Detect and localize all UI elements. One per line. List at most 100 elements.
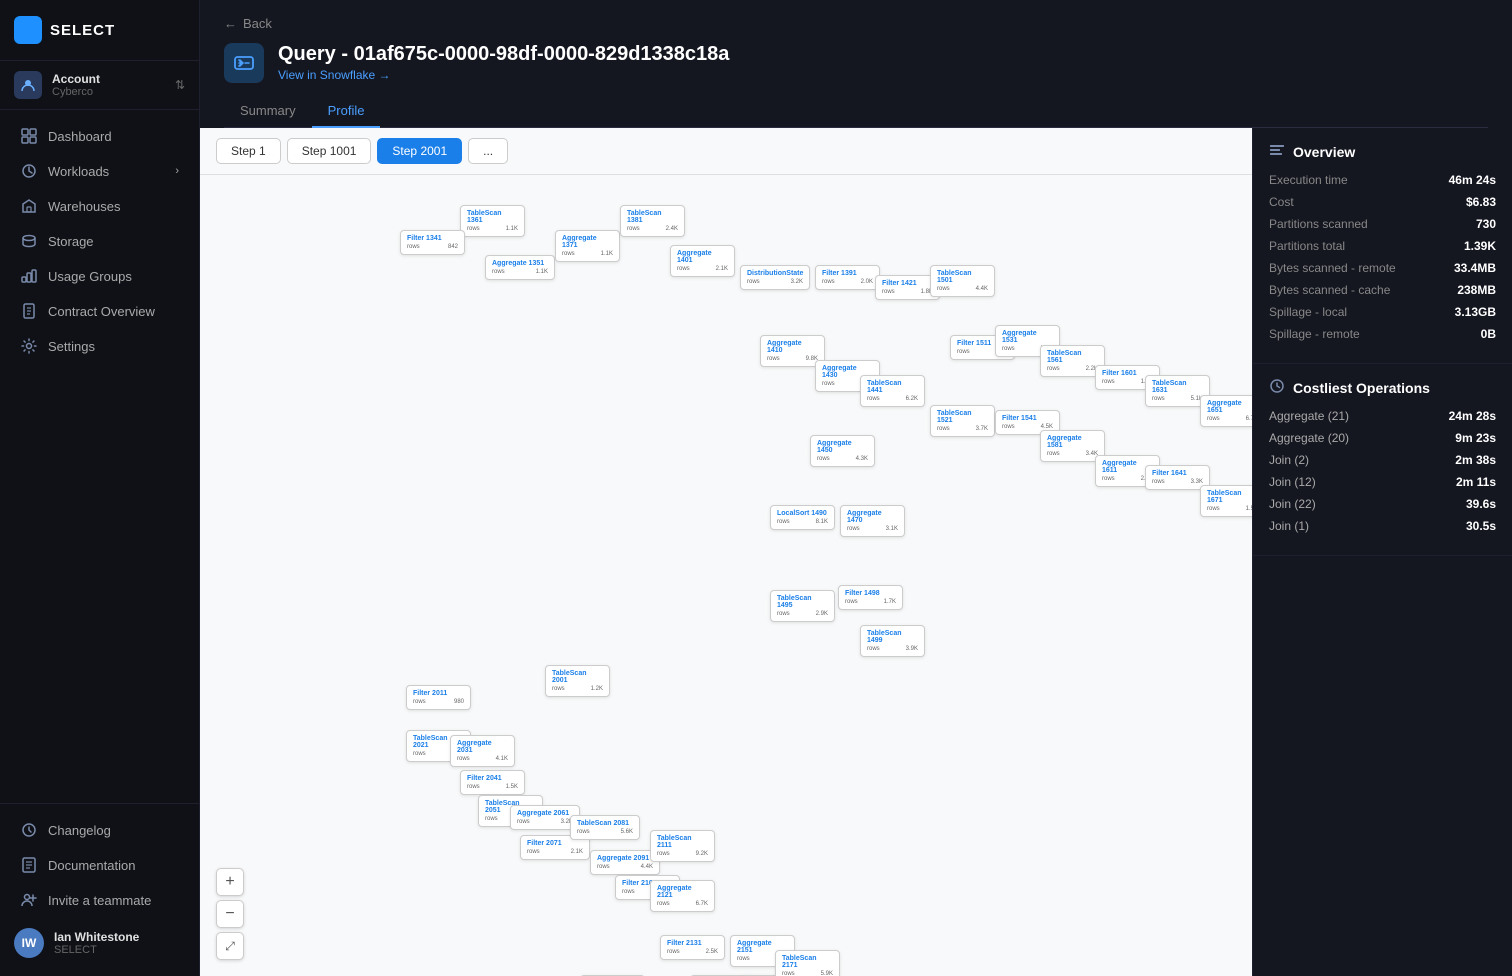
graph-node[interactable]: Aggregate 1351 rows1.1K <box>485 255 555 280</box>
cost-label: Join (2) <box>1269 453 1309 467</box>
account-switcher[interactable]: Account Cyberco ⇅ <box>0 61 199 110</box>
stat-label: Spillage - local <box>1269 305 1347 319</box>
account-sub: Cyberco <box>52 86 165 98</box>
cost-label: Join (12) <box>1269 475 1316 489</box>
step-2001-button[interactable]: Step 2001 <box>377 138 462 164</box>
zoom-in-button[interactable]: + <box>216 868 244 896</box>
graph-node[interactable]: TableScan 1381 rows2.4K <box>620 205 685 237</box>
step-more-button[interactable]: ... <box>468 138 508 164</box>
back-button[interactable]: ← Back <box>224 16 1488 31</box>
graph-node[interactable]: Filter 2041 rows1.5K <box>460 770 525 795</box>
sidebar-item-storage[interactable]: Storage <box>6 224 193 258</box>
sidebar-item-label: Usage Groups <box>48 269 132 284</box>
snowflake-link[interactable]: View in Snowflake → <box>278 68 729 82</box>
sidebar-item-label: Workloads <box>48 164 109 179</box>
graph-node[interactable]: Filter 1498 rows1.7K <box>838 585 903 610</box>
query-title-block: Query - 01af675c-0000-98df-0000-829d1338… <box>278 43 729 82</box>
user-role: SELECT <box>54 944 139 956</box>
stat-value: 238MB <box>1457 283 1496 297</box>
graph-node[interactable]: TableScan 1361 rows1.1K <box>460 205 525 237</box>
step-1001-button[interactable]: Step 1001 <box>287 138 372 164</box>
stat-value: 0B <box>1481 327 1496 341</box>
graph-node[interactable]: Aggregate 1401 rows2.1K <box>670 245 735 277</box>
stat-row: Partitions total 1.39K <box>1269 239 1496 253</box>
stat-value: 46m 24s <box>1449 173 1496 187</box>
costliest-icon <box>1269 378 1285 397</box>
sidebar-item-changelog[interactable]: Changelog <box>6 813 193 847</box>
stat-value: $6.83 <box>1466 195 1496 209</box>
stat-row: Cost $6.83 <box>1269 195 1496 209</box>
graph-node[interactable]: Filter 2011 rows980 <box>406 685 471 710</box>
query-header: Query - 01af675c-0000-98df-0000-829d1338… <box>224 43 1488 83</box>
graph-node[interactable]: Aggregate 1450 rows4.3K <box>810 435 875 467</box>
tab-summary[interactable]: Summary <box>224 95 312 128</box>
graph-node[interactable]: TableScan 2111 rows9.2K <box>650 830 715 862</box>
sidebar-item-label: Contract Overview <box>48 304 155 319</box>
graph-node[interactable]: TableScan 1495 rows2.9K <box>770 590 835 622</box>
graph-node[interactable]: Aggregate 2031 rows4.1K <box>450 735 515 767</box>
cost-row: Join (2) 2m 38s <box>1269 453 1496 467</box>
dashboard-icon <box>20 127 38 145</box>
stat-label: Cost <box>1269 195 1294 209</box>
graph-node[interactable]: Filter 1341 rows842 <box>400 230 465 255</box>
graph-node[interactable]: TableScan 2081 rows5.6K <box>570 815 640 840</box>
query-graph[interactable]: TableScan 1361 rows1.1K Filter 1341 rows… <box>200 175 1252 976</box>
graph-node[interactable]: Aggregate 1470 rows3.1K <box>840 505 905 537</box>
page-title: Query - 01af675c-0000-98df-0000-829d1338… <box>278 43 729 66</box>
sidebar-item-documentation[interactable]: Documentation <box>6 848 193 882</box>
sidebar-item-invite-teammate[interactable]: Invite a teammate <box>6 883 193 917</box>
tab-profile[interactable]: Profile <box>312 95 381 128</box>
sidebar-item-dashboard[interactable]: Dashboard <box>6 119 193 153</box>
cost-label: Aggregate (20) <box>1269 431 1349 445</box>
fit-view-button[interactable]: ⤢ <box>216 932 244 960</box>
graph-node[interactable]: DistributionState rows3.2K <box>740 265 810 290</box>
sidebar-item-workloads[interactable]: Workloads › <box>6 154 193 188</box>
user-profile: IW Ian Whitestone SELECT <box>0 918 199 968</box>
overview-label: Overview <box>1293 144 1355 160</box>
graph-node[interactable]: TableScan 2001 rows1.2K <box>545 665 610 697</box>
tab-bar: Summary Profile <box>224 95 1488 128</box>
graph-node[interactable]: TableScan 1501 rows4.4K <box>930 265 995 297</box>
graph-node[interactable]: TableScan 1671 rows1.5K <box>1200 485 1252 517</box>
usage-groups-icon <box>20 267 38 285</box>
graph-node[interactable]: Aggregate 2121 rows6.7K <box>650 880 715 912</box>
sidebar-item-settings[interactable]: Settings <box>6 329 193 363</box>
stat-row: Bytes scanned - remote 33.4MB <box>1269 261 1496 275</box>
stat-label: Partitions scanned <box>1269 217 1368 231</box>
sidebar-item-label: Changelog <box>48 823 111 838</box>
invite-icon <box>20 891 38 909</box>
cost-time: 24m 28s <box>1449 409 1496 423</box>
step-1-button[interactable]: Step 1 <box>216 138 281 164</box>
graph-node[interactable]: Filter 1391 rows2.0K <box>815 265 880 290</box>
zoom-controls: + − ⤢ <box>216 868 244 960</box>
graph-node[interactable]: Aggregate 1371 rows1.1K <box>555 230 620 262</box>
graph-node[interactable]: TableScan 1499 rows3.9K <box>860 625 925 657</box>
main-content: ← Back Query - 01af675c-0000-98df-0000-8… <box>200 0 1512 976</box>
graph-node[interactable]: LocalSort 1490 rows8.1K <box>770 505 835 530</box>
cost-row: Aggregate (20) 9m 23s <box>1269 431 1496 445</box>
graph-node[interactable]: Aggregate 1651 rows6.7K <box>1200 395 1252 427</box>
account-name: Account <box>52 72 165 86</box>
graph-node[interactable]: Filter 2131 rows2.5K <box>660 935 725 960</box>
stat-value: 33.4MB <box>1454 261 1496 275</box>
content-area: Step 1 Step 1001 Step 2001 ... TableScan… <box>200 128 1512 976</box>
stat-row: Spillage - remote 0B <box>1269 327 1496 341</box>
warehouses-icon <box>20 197 38 215</box>
sidebar-item-contract-overview[interactable]: Contract Overview <box>6 294 193 328</box>
stat-label: Partitions total <box>1269 239 1345 253</box>
canvas-scroll[interactable]: Step 1 Step 1001 Step 2001 ... TableScan… <box>200 128 1252 976</box>
sidebar-item-usage-groups[interactable]: Usage Groups <box>6 259 193 293</box>
right-panel: Overview Execution time 46m 24s Cost $6.… <box>1252 128 1512 976</box>
graph-node[interactable]: TableScan 2171 rows5.9K <box>775 950 840 976</box>
documentation-icon <box>20 856 38 874</box>
sidebar-item-label: Documentation <box>48 858 135 873</box>
cost-row: Aggregate (21) 24m 28s <box>1269 409 1496 423</box>
sidebar-item-label: Settings <box>48 339 95 354</box>
zoom-out-button[interactable]: − <box>216 900 244 928</box>
canvas-area[interactable]: Step 1 Step 1001 Step 2001 ... TableScan… <box>200 128 1252 976</box>
graph-node[interactable]: TableScan 1441 rows6.2K <box>860 375 925 407</box>
sidebar-item-warehouses[interactable]: Warehouses <box>6 189 193 223</box>
back-label: Back <box>243 16 272 31</box>
graph-node[interactable]: TableScan 1521 rows3.7K <box>930 405 995 437</box>
user-info: Ian Whitestone SELECT <box>54 930 139 956</box>
